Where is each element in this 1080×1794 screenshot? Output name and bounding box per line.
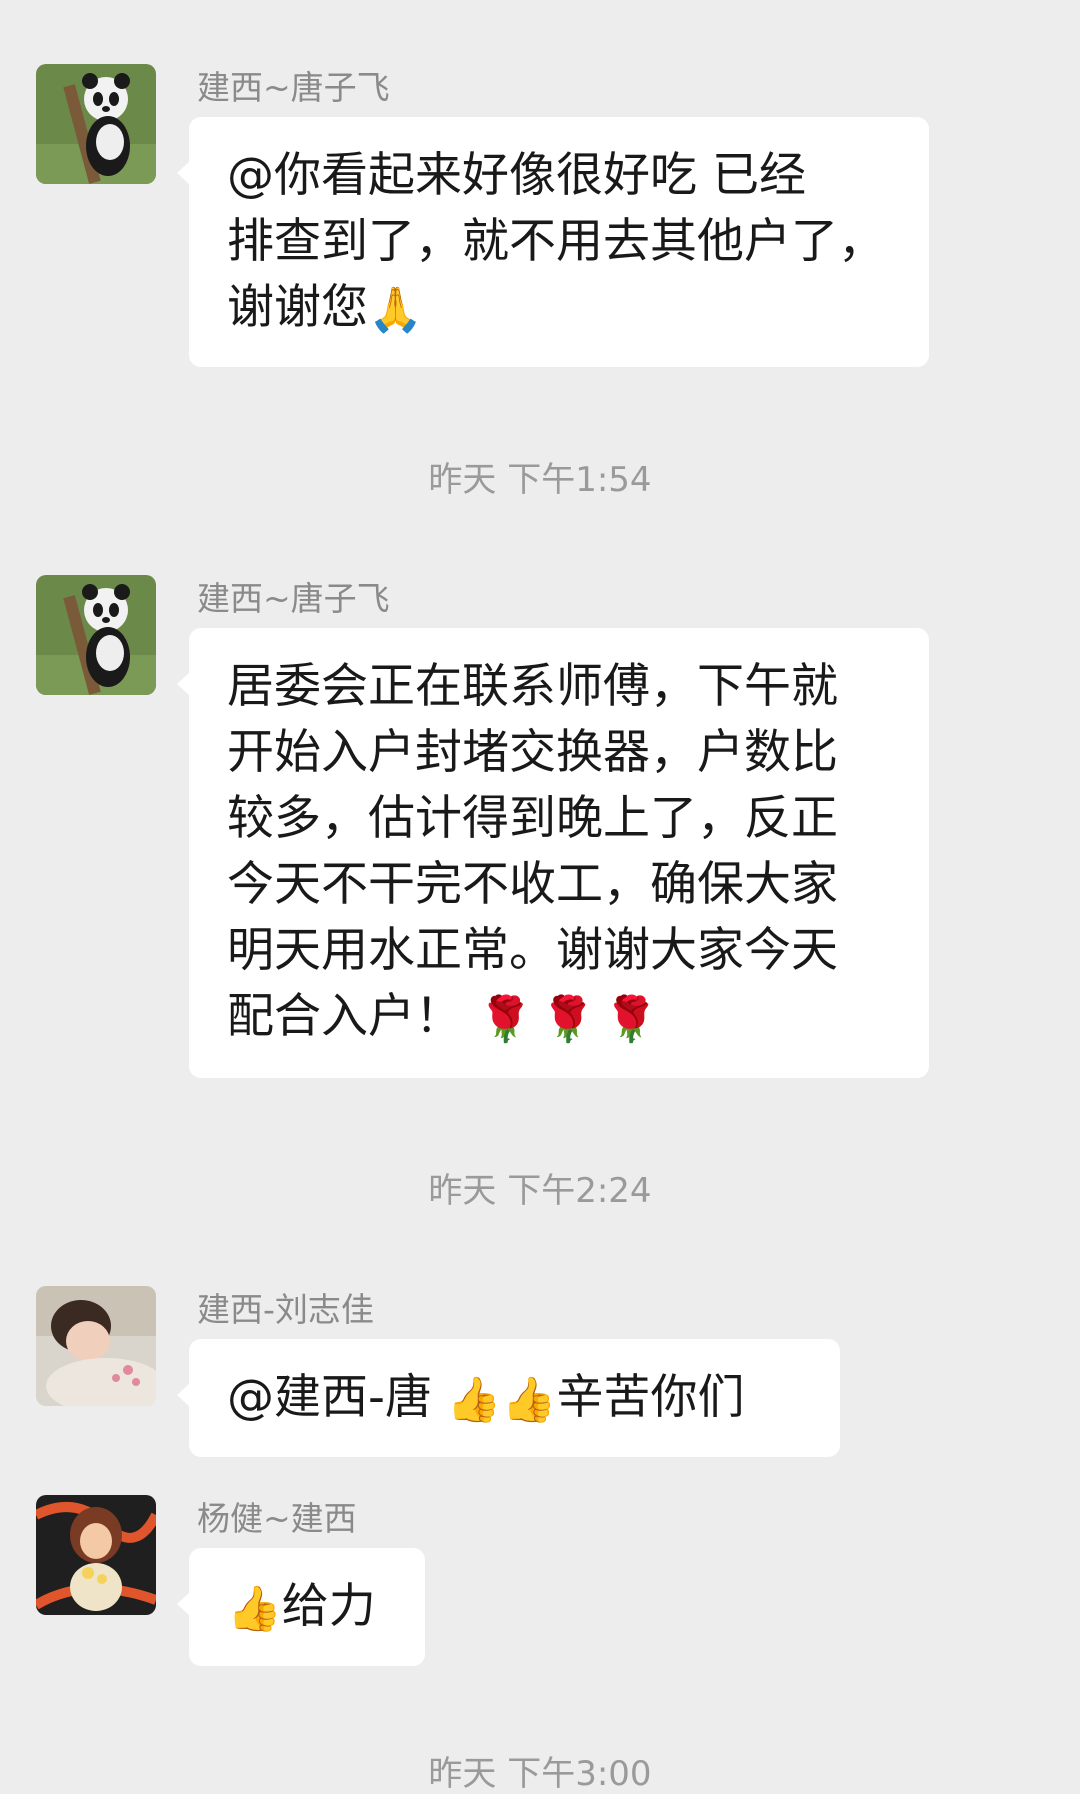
illustration-avatar-icon (36, 1495, 156, 1615)
message-line: 👍给力 (227, 1579, 376, 1635)
message-line: @建西-唐 👍👍辛苦你们 (227, 1370, 745, 1426)
message-bubble[interactable]: 居委会正在联系师傅，下午就 开始入户封堵交换器，户数比 较多，估计得到晚上了，反… (177, 628, 929, 1078)
message-line: 开始入户封堵交换器，户数比 (227, 725, 838, 780)
timestamp: 昨天 下午2:24 (428, 1171, 652, 1211)
message-line: 配合入户！ 🌹🌹🌹 (227, 989, 667, 1045)
avatar[interactable] (36, 1495, 156, 1615)
message-bubble[interactable]: 👍给力 (177, 1548, 425, 1666)
avatar[interactable] (36, 575, 156, 695)
timestamp: 昨天 下午3:00 (428, 1754, 652, 1794)
message-line: 较多，估计得到晚上了，反正 (227, 791, 838, 846)
sender-name: 建西~唐子飞 (197, 68, 390, 107)
message-line: 排查到了，就不用去其他户了， (227, 214, 885, 269)
rose-emoji-icon: 🌹🌹🌹 (478, 993, 667, 1045)
thumbs-up-emoji-icon: 👍 (227, 1583, 282, 1635)
avatar[interactable] (36, 64, 156, 184)
message-line: 居委会正在联系师傅，下午就 (227, 659, 838, 714)
girl-avatar-icon (36, 1286, 156, 1406)
pray-emoji-icon: 🙏 (368, 284, 423, 336)
sender-name: 建西-刘志佳 (197, 1290, 374, 1329)
panda-avatar-icon (36, 64, 156, 184)
chat-view[interactable]: 建西~唐子飞 @你看起来好像很好吃 已经 排查到了，就不用去其他户了， 谢谢您🙏… (0, 0, 1080, 1794)
message-line: 谢谢您🙏 (227, 280, 423, 336)
avatar[interactable] (36, 1286, 156, 1406)
panda-avatar-icon (36, 575, 156, 695)
message-bubble[interactable]: @你看起来好像很好吃 已经 排查到了，就不用去其他户了， 谢谢您🙏 (177, 117, 929, 367)
message-line: 明天用水正常。谢谢大家今天 (227, 923, 838, 978)
message-line: @你看起来好像很好吃 已经 (227, 148, 806, 203)
sender-name: 杨健~建西 (197, 1499, 357, 1538)
timestamp: 昨天 下午1:54 (428, 460, 652, 500)
sender-name: 建西~唐子飞 (197, 579, 390, 618)
message-line: 今天不干完不收工，确保大家 (227, 857, 838, 912)
message-bubble[interactable]: @建西-唐 👍👍辛苦你们 (177, 1339, 840, 1457)
thumbs-up-emoji-icon: 👍👍 (446, 1374, 557, 1426)
